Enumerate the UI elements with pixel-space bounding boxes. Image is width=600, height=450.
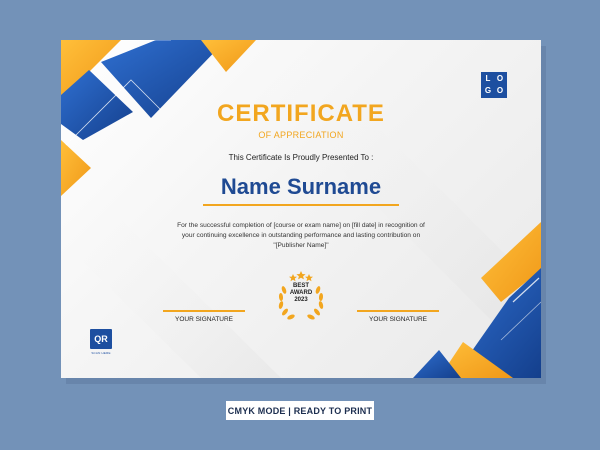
recipient-name: Name Surname <box>220 174 382 199</box>
presented-to-text: This Certificate Is Proudly Presented To… <box>228 153 374 162</box>
certificate-title: CERTIFICATE <box>217 100 385 127</box>
qr-caption: SCAN HERE <box>91 351 111 355</box>
award-star-icon <box>296 271 306 280</box>
certificate-description: For the successful completion of [course… <box>151 221 451 251</box>
award-text: BEST AWARD 2023 <box>271 283 331 304</box>
signature-label-right: YOUR SIGNATURE <box>368 316 428 323</box>
signature-label-left: YOUR SIGNATURE <box>174 316 234 323</box>
signature-line-right <box>357 310 439 312</box>
award-line-year: 2023 <box>294 297 308 303</box>
logo-letter: O <box>496 86 504 95</box>
certificate-card: L O G O CERTIFICATE OF APPRECIATION This… <box>61 40 541 378</box>
description-line: For the successful completion of [course… <box>177 222 425 229</box>
certificate-decoration <box>61 40 541 378</box>
description-line: your continuing excellence in outstandin… <box>181 232 421 239</box>
award-star-icon <box>305 274 313 282</box>
award-line-award: AWARD <box>289 290 313 296</box>
logo-letter: G <box>484 86 492 95</box>
name-underline <box>203 204 399 206</box>
signature-line-left <box>163 310 245 312</box>
certificate-subtitle: OF APPRECIATION <box>258 130 344 140</box>
logo-letter: L <box>485 74 491 83</box>
logo-badge: L O G O <box>481 72 507 98</box>
description-line: "[Publisher Name]" <box>273 242 329 249</box>
print-mode-badge: CMYK MODE | READY TO PRINT <box>226 401 374 420</box>
award-line-best: BEST <box>292 283 309 289</box>
award-star-icon <box>289 274 297 282</box>
logo-letter: O <box>496 74 504 83</box>
qr-code-badge: QR <box>90 329 112 349</box>
